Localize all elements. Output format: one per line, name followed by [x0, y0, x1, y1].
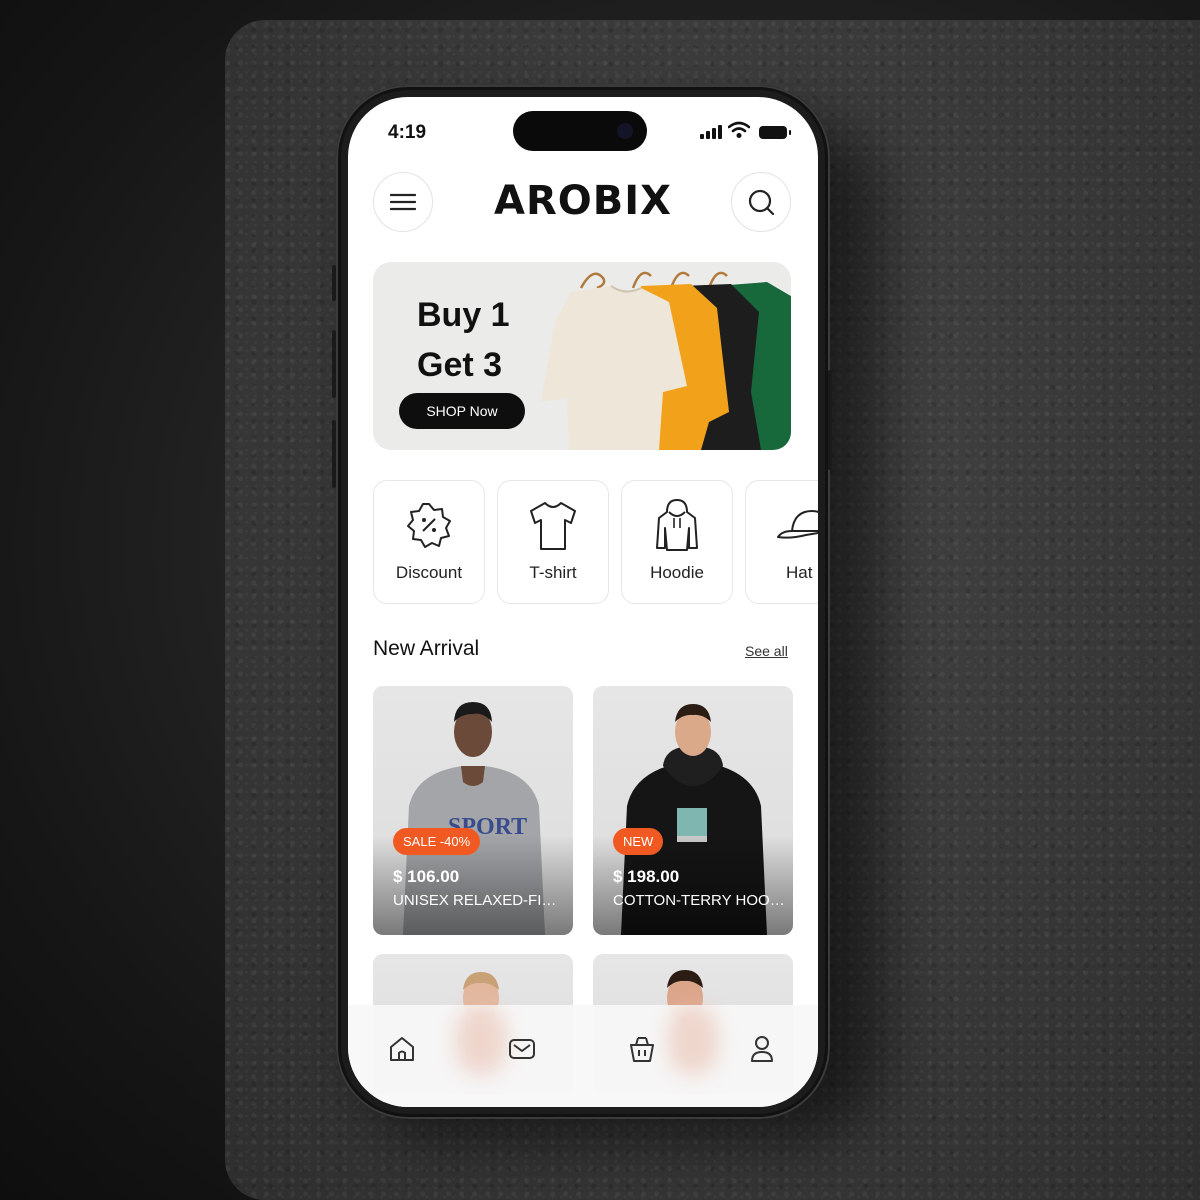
shop-now-button[interactable]: SHOP Now	[399, 393, 525, 429]
category-tshirt[interactable]: T-shirt	[497, 480, 609, 604]
mute-switch	[332, 265, 336, 301]
product-name: COTTON-TERRY HOODIE	[613, 892, 785, 909]
blurred-content	[668, 1005, 718, 1075]
product-price: $ 198.00	[613, 867, 680, 886]
category-label: T-shirt	[529, 563, 577, 582]
product-price: $ 106.00	[393, 867, 460, 886]
power-button	[828, 370, 832, 470]
product-card[interactable]: SPORT SALE -40% $ 106.00 UNISEX RELAXED-…	[373, 686, 573, 935]
search-icon[interactable]	[731, 172, 791, 232]
see-all-link[interactable]: See all	[745, 643, 788, 659]
sale-badge: SALE -40%	[393, 828, 481, 855]
hamburger-menu-icon[interactable]	[373, 172, 433, 232]
blurred-content	[456, 1005, 506, 1075]
promo-line-1: Buy 1	[417, 296, 510, 334]
shopping-basket-icon[interactable]	[622, 1029, 662, 1069]
new-arrival-title: New Arrival	[373, 637, 480, 660]
discount-badge-icon	[374, 497, 484, 553]
promo-line-2: Get 3	[417, 346, 503, 384]
promo-banner[interactable]: Buy 1 Get 3 SHOP Now	[373, 262, 791, 450]
cap-icon	[746, 497, 818, 553]
product-card[interactable]: NEW $ 198.00 COTTON-TERRY HOODIE	[593, 686, 793, 935]
tshirts-on-hangers-image	[541, 271, 791, 450]
new-badge: NEW	[613, 828, 664, 855]
brand-logo[interactable]: AROBIX	[448, 178, 718, 224]
category-hoodie[interactable]: Hoodie	[621, 480, 733, 604]
home-icon[interactable]	[382, 1029, 422, 1069]
dynamic-island	[513, 111, 647, 151]
bottom-tab-bar	[348, 1005, 818, 1107]
product-name: UNISEX RELAXED-FIT SWEATSHIRT	[393, 892, 565, 909]
promo-headline: Buy 1 Get 3	[417, 290, 510, 390]
app-screen: 4:19 AROBIX Buy 1 Get 3 SHOP Now Discoun…	[348, 97, 818, 1107]
volume-down-button	[332, 420, 336, 488]
hoodie-icon	[622, 497, 732, 553]
category-label: Discount	[395, 563, 463, 582]
volume-up-button	[332, 330, 336, 398]
category-list: Discount T-shirt Hoodie Hat	[373, 480, 818, 604]
category-label: Hat	[786, 563, 813, 582]
status-bar: 4:19	[348, 97, 818, 157]
status-time: 4:19	[388, 122, 427, 143]
app-header: AROBIX	[348, 172, 818, 232]
category-hat[interactable]: Hat	[745, 480, 818, 604]
battery-icon	[759, 126, 791, 139]
cellular-signal-icon	[700, 125, 722, 139]
front-camera	[617, 123, 633, 139]
mail-icon[interactable]	[502, 1029, 542, 1069]
profile-icon[interactable]	[742, 1029, 782, 1069]
category-discount[interactable]: Discount	[373, 480, 485, 604]
tshirt-icon	[498, 497, 608, 553]
category-label: Hoodie	[650, 563, 704, 582]
wifi-icon	[728, 121, 750, 138]
